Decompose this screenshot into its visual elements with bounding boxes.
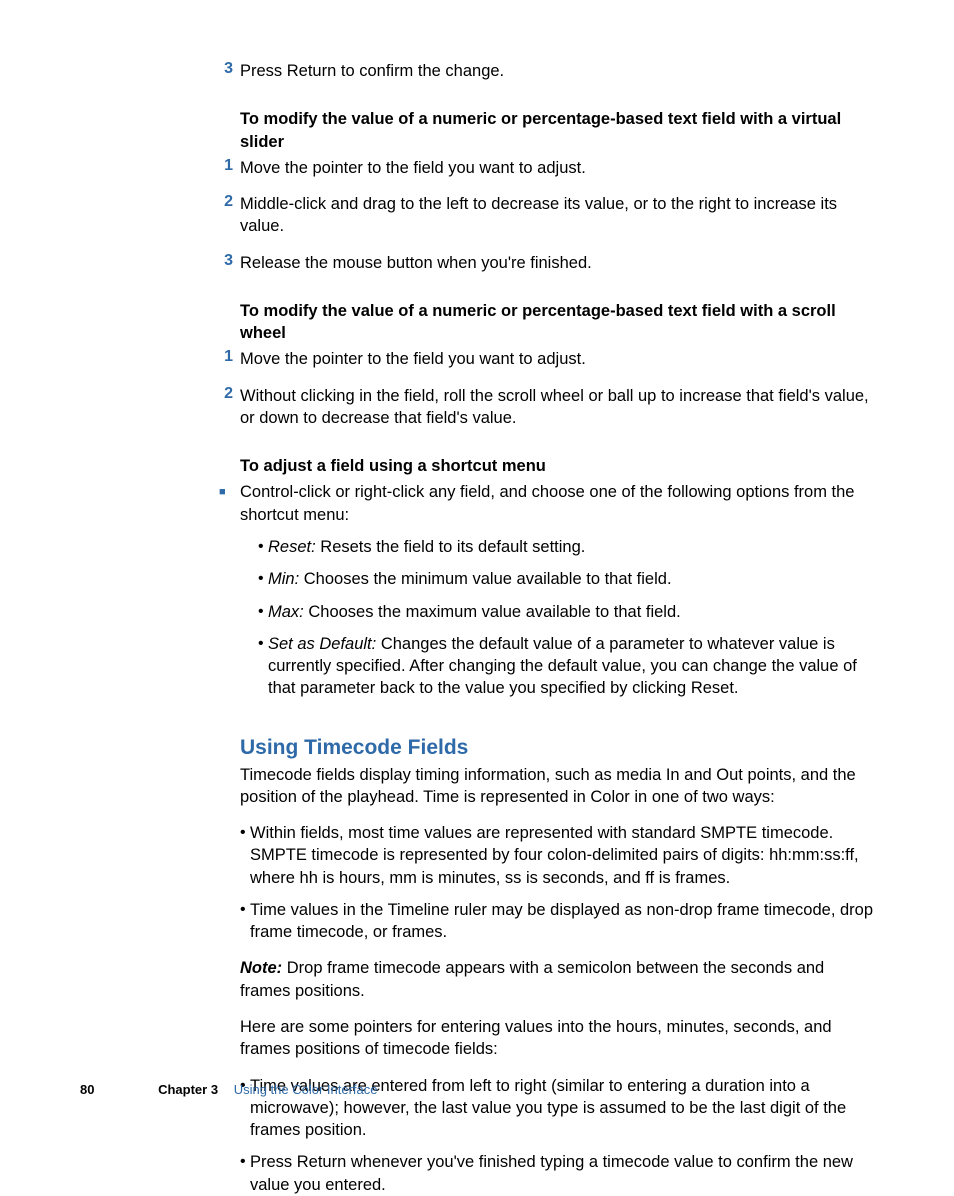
bullet-item: ■ Control-click or right-click any field… xyxy=(240,481,879,526)
bullet-item: • Within fields, most time values are re… xyxy=(240,822,879,889)
dot-bullet-icon: • xyxy=(258,633,268,700)
paragraph: Here are some pointers for entering valu… xyxy=(240,1016,879,1061)
sub-bullet-item: • Set as Default: Changes the default va… xyxy=(258,633,879,700)
step-item: 2 Without clicking in the field, roll th… xyxy=(240,385,879,430)
term: Max: xyxy=(268,603,304,621)
procedure-heading: To adjust a field using a shortcut menu xyxy=(240,455,879,477)
dot-bullet-icon: • xyxy=(240,1151,250,1196)
step-text: Move the pointer to the field you want t… xyxy=(240,348,586,370)
page-content: 3 Press Return to confirm the change. To… xyxy=(0,0,954,1196)
step-text: Release the mouse button when you're fin… xyxy=(240,252,592,274)
page-number: 80 xyxy=(80,1082,94,1097)
page-footer: 80 Chapter 3 Using the Color Interface xyxy=(80,1082,377,1097)
dot-bullet-icon: • xyxy=(258,568,268,590)
sub-bullet-item: • Reset: Resets the field to its default… xyxy=(258,536,879,558)
square-bullet-icon: ■ xyxy=(219,481,233,526)
step-item: 3 Release the mouse button when you're f… xyxy=(240,252,879,274)
step-number: 3 xyxy=(213,60,233,82)
step-number: 3 xyxy=(213,252,233,274)
step-item: 1 Move the pointer to the field you want… xyxy=(240,157,879,179)
step-number: 1 xyxy=(213,157,233,179)
bullet-text: Control-click or right-click any field, … xyxy=(240,481,879,526)
section-heading: Using Timecode Fields xyxy=(240,736,879,760)
step-number: 2 xyxy=(213,385,233,430)
bullet-item: • Press Return whenever you've finished … xyxy=(240,1151,879,1196)
bullet-item: • Time values in the Timeline ruler may … xyxy=(240,899,879,944)
paragraph: Timecode fields display timing informati… xyxy=(240,764,879,809)
step-item: 1 Move the pointer to the field you want… xyxy=(240,348,879,370)
sub-bullet-text: Min: Chooses the minimum value available… xyxy=(268,568,672,590)
bullet-text: Time values in the Timeline ruler may be… xyxy=(250,899,879,944)
term: Set as Default: xyxy=(268,635,376,653)
term: Min: xyxy=(268,570,299,588)
dot-bullet-icon: • xyxy=(240,899,250,944)
step-number: 1 xyxy=(213,348,233,370)
dot-bullet-icon: • xyxy=(258,536,268,558)
note-label: Note: xyxy=(240,959,282,977)
dot-bullet-icon: • xyxy=(258,601,268,623)
chapter-label: Chapter 3 xyxy=(158,1082,218,1097)
procedure-heading: To modify the value of a numeric or perc… xyxy=(240,108,879,153)
note-body: Drop frame timecode appears with a semic… xyxy=(240,959,824,999)
sub-bullet-text: Set as Default: Changes the default valu… xyxy=(268,633,879,700)
step-text: Move the pointer to the field you want t… xyxy=(240,157,586,179)
step-number: 2 xyxy=(213,193,233,238)
bullet-text: Press Return whenever you've finished ty… xyxy=(250,1151,879,1196)
section-label: Using the Color Interface xyxy=(234,1082,378,1097)
step-item: 2 Middle-click and drag to the left to d… xyxy=(240,193,879,238)
note-paragraph: Note: Drop frame timecode appears with a… xyxy=(240,957,879,1002)
term: Reset: xyxy=(268,538,316,556)
step-text: Middle-click and drag to the left to dec… xyxy=(240,193,879,238)
step-text: Press Return to confirm the change. xyxy=(240,60,504,82)
sub-bullet-text: Reset: Resets the field to its default s… xyxy=(268,536,585,558)
bullet-text: Within fields, most time values are repr… xyxy=(250,822,879,889)
procedure-heading: To modify the value of a numeric or perc… xyxy=(240,300,879,345)
sub-bullet-text: Max: Chooses the maximum value available… xyxy=(268,601,681,623)
sub-bullet-item: • Max: Chooses the maximum value availab… xyxy=(258,601,879,623)
step-item: 3 Press Return to confirm the change. xyxy=(240,60,879,82)
step-text: Without clicking in the field, roll the … xyxy=(240,385,879,430)
description: Chooses the maximum value available to t… xyxy=(304,603,681,621)
description: Chooses the minimum value available to t… xyxy=(299,570,671,588)
description: Resets the field to its default setting. xyxy=(316,538,586,556)
dot-bullet-icon: • xyxy=(240,822,250,889)
sub-bullet-item: • Min: Chooses the minimum value availab… xyxy=(258,568,879,590)
